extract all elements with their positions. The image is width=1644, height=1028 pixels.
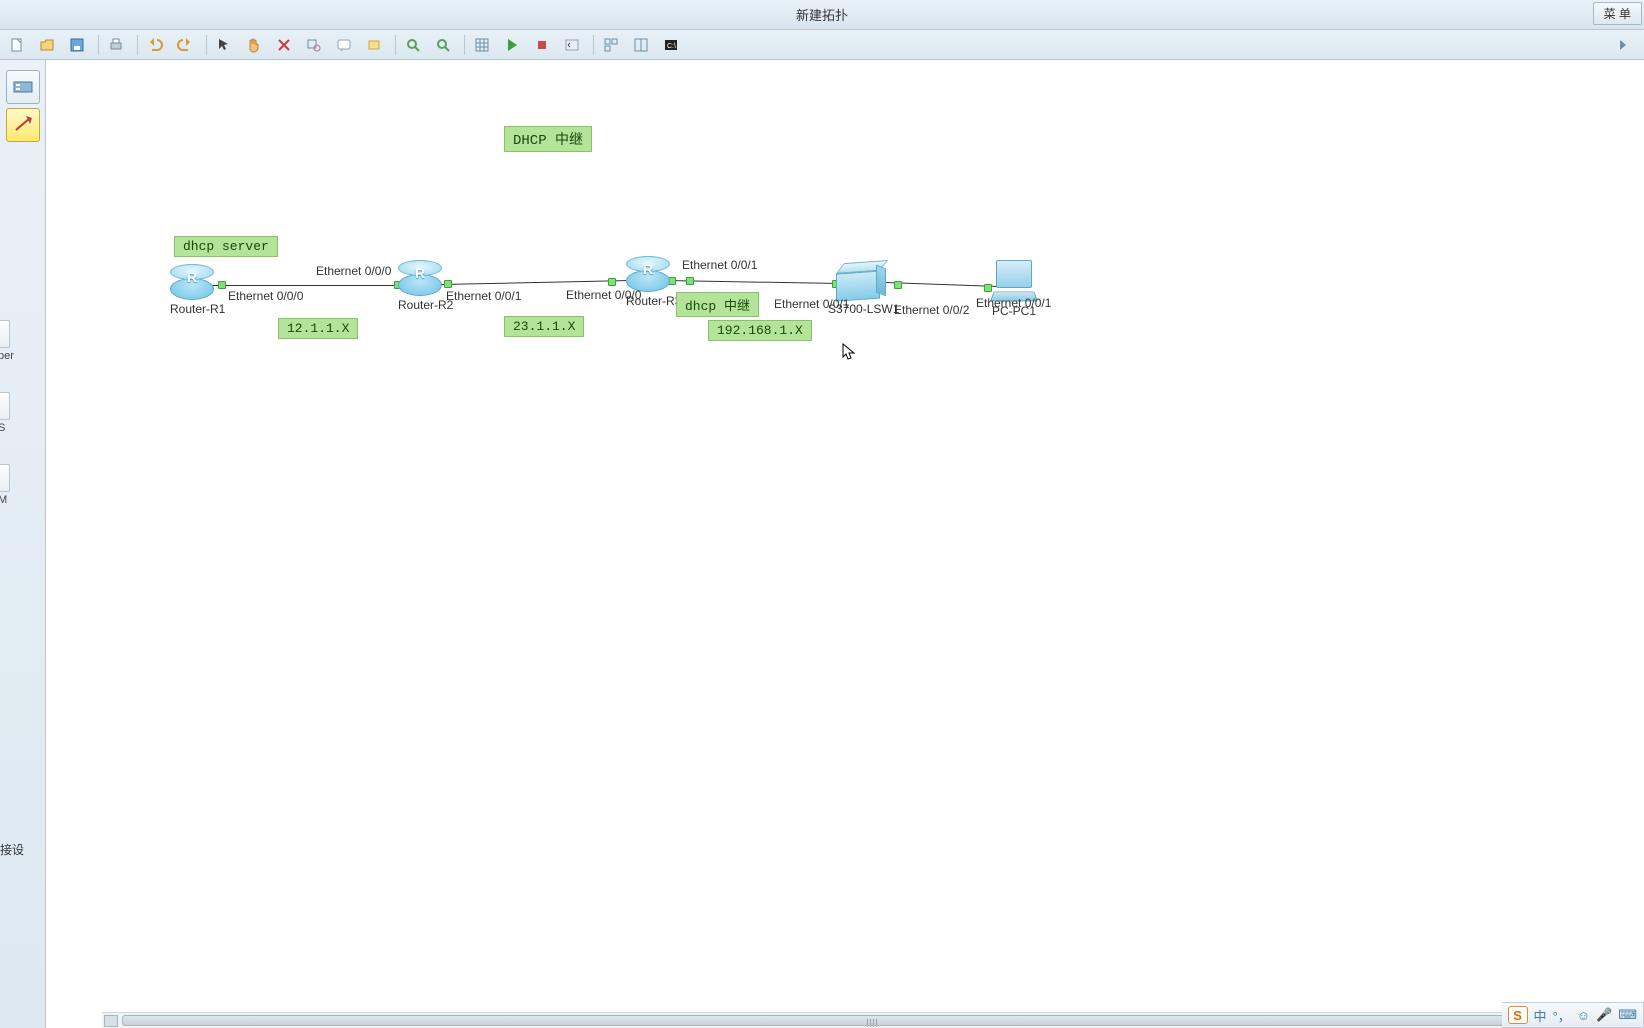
new-icon[interactable]	[4, 33, 30, 57]
svg-text:C:\: C:\	[667, 43, 676, 50]
iface-label-r2-e001: Ethernet 0/0/1	[446, 289, 521, 303]
ime-punct[interactable]: °，	[1553, 1006, 1571, 1025]
scroll-left-arrow-icon[interactable]	[104, 1015, 118, 1027]
router-icon: R	[626, 256, 670, 292]
mouse-cursor-icon	[842, 343, 856, 361]
collapse-right-icon[interactable]	[1610, 33, 1636, 57]
dhcp-relay-tag[interactable]: dhcp 中继	[676, 292, 759, 317]
grid-icon[interactable]	[469, 33, 495, 57]
link-r2-r3[interactable]	[441, 279, 656, 285]
print-icon[interactable]	[103, 33, 129, 57]
device-router-r2[interactable]: R Router-R2	[398, 260, 453, 312]
iface-label-r2-e000: Ethernet 0/0/0	[316, 264, 391, 278]
palette-chip-2[interactable]: S	[0, 392, 14, 434]
ime-lang[interactable]: 中	[1534, 1006, 1547, 1025]
stop-icon[interactable]	[529, 33, 555, 57]
note-icon[interactable]	[331, 33, 357, 57]
iface-label-sw-e002: Ethernet 0/0/2	[894, 303, 969, 317]
ime-status-strip[interactable]: S 中 °， ☺ 🎤 ⌨	[1502, 1002, 1644, 1028]
iface-label-r3-e001: Ethernet 0/0/1	[774, 297, 849, 311]
window-title: 新建拓扑	[796, 5, 848, 24]
palette-devices-button[interactable]	[6, 70, 40, 104]
menu-button[interactable]: 菜 单	[1593, 2, 1642, 25]
subnet-1-tag[interactable]: 12.1.1.X	[278, 318, 358, 339]
iface-label-r3-e000: Ethernet 0/0/0	[566, 288, 641, 302]
open-icon[interactable]	[34, 33, 60, 57]
toolbar-separator	[395, 35, 396, 55]
cli-icon[interactable]	[559, 33, 585, 57]
zoom-out-icon[interactable]	[430, 33, 456, 57]
rect-icon[interactable]	[361, 33, 387, 57]
redo-icon[interactable]	[172, 33, 198, 57]
palette-bottom-label: 接设	[0, 841, 24, 858]
dhcp-server-tag[interactable]: dhcp server	[174, 236, 278, 257]
topology-title-tag[interactable]: DHCP 中继	[504, 126, 592, 152]
tile-icon[interactable]	[628, 33, 654, 57]
ime-face-icon[interactable]: ☺	[1577, 1008, 1590, 1023]
topology-canvas[interactable]: DHCP 中继 dhcp server R Router-R1	[46, 60, 1644, 1010]
device-palette: per S M 接设	[0, 60, 46, 1028]
hand-icon[interactable]	[241, 33, 267, 57]
palette-chip-1[interactable]: per	[0, 320, 14, 362]
shape-icon[interactable]	[301, 33, 327, 57]
router-icon: R	[398, 260, 442, 296]
iface-label-r3-e001-top: Ethernet 0/0/1	[682, 258, 757, 272]
palette-edge-items: per S M	[0, 320, 14, 506]
subnet-2-tag[interactable]: 23.1.1.X	[504, 316, 584, 337]
toolbar-separator	[206, 35, 207, 55]
port-dot	[608, 278, 616, 286]
zoom-in-icon[interactable]	[400, 33, 426, 57]
ime-keyboard-icon[interactable]: ⌨	[1618, 1007, 1637, 1023]
palette-chip-3[interactable]: M	[0, 464, 14, 506]
ime-badge[interactable]: S	[1508, 1006, 1528, 1024]
undo-icon[interactable]	[142, 33, 168, 57]
ime-mic-icon[interactable]: 🎤	[1596, 1007, 1612, 1023]
subnet-3-tag[interactable]: 192.168.1.X	[708, 320, 812, 341]
iface-label-r1-e000: Ethernet 0/0/0	[228, 289, 303, 303]
main-toolbar: C:\	[0, 30, 1644, 60]
device-label: Router-R1	[170, 302, 225, 316]
delete-icon[interactable]	[271, 33, 297, 57]
toolbar-separator	[593, 35, 594, 55]
save-icon[interactable]	[64, 33, 90, 57]
arrange-icon[interactable]	[598, 33, 624, 57]
switch-icon	[836, 260, 884, 301]
iface-label-pc-e001: Ethernet 0/0/1	[976, 296, 1051, 310]
port-dot	[686, 277, 694, 285]
workspace: per S M 接设 DHCP 中继 dhcp server	[0, 60, 1644, 1028]
horizontal-scrollbar[interactable]	[102, 1012, 1644, 1028]
play-icon[interactable]	[499, 33, 525, 57]
device-router-r1[interactable]: R Router-R1	[170, 264, 225, 316]
toolbar-separator	[98, 35, 99, 55]
toolbar-separator	[464, 35, 465, 55]
toolbar-separator	[137, 35, 138, 55]
pointer-icon[interactable]	[211, 33, 237, 57]
scrollbar-thumb[interactable]	[122, 1015, 1624, 1026]
cmd-icon[interactable]: C:\	[658, 33, 684, 57]
title-bar: 新建拓扑 菜 单	[0, 0, 1644, 30]
router-icon: R	[170, 264, 214, 300]
canvas-wrap: DHCP 中继 dhcp server R Router-R1	[46, 60, 1644, 1028]
palette-connect-button[interactable]	[6, 108, 40, 142]
